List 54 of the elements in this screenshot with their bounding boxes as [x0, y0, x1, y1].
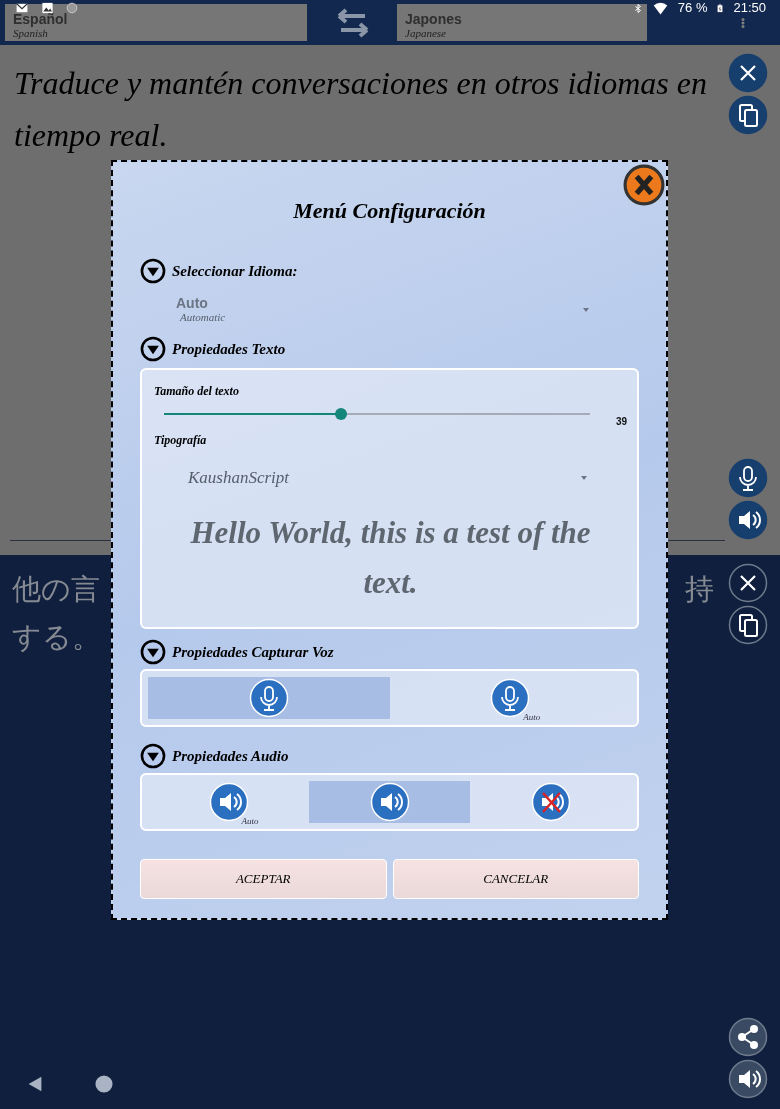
- selected-highlight[interactable]: [148, 677, 390, 719]
- text-size-value: 39: [615, 416, 627, 427]
- cancel-button[interactable]: CANCELAR: [392, 859, 639, 899]
- dropdown-value: KaushanScript: [188, 468, 290, 488]
- expand-icon[interactable]: [140, 336, 166, 362]
- auto-label: Auto: [241, 816, 259, 826]
- section-heading: Seleccionar Idioma:: [172, 262, 298, 280]
- language-selector[interactable]: Japones Japanese: [397, 4, 647, 41]
- home-icon[interactable]: [95, 1075, 113, 1093]
- language-subtitle: Spanish: [13, 27, 48, 39]
- speaker-icon[interactable]: [728, 500, 768, 540]
- language-name: Japones: [405, 12, 462, 27]
- section-heading: Propiedades Texto: [172, 340, 286, 358]
- section-heading: Propiedades Audio: [172, 747, 289, 765]
- mail-icon: [14, 2, 30, 14]
- dot-icon: [65, 2, 79, 14]
- copy-icon[interactable]: [728, 95, 768, 135]
- expand-icon[interactable]: [140, 743, 166, 769]
- expand-icon[interactable]: [140, 639, 166, 665]
- dropdown-caret-icon: [581, 307, 591, 313]
- dropdown-caret-icon: [579, 475, 589, 481]
- language-name: Español: [13, 12, 68, 27]
- copy-icon[interactable]: [728, 605, 768, 645]
- close-button[interactable]: [623, 164, 665, 206]
- section-heading: Propiedades Capturar Voz: [172, 643, 334, 661]
- close-icon[interactable]: [728, 563, 768, 603]
- typography-label: Tipografía: [154, 433, 208, 448]
- wifi-icon: [651, 0, 669, 16]
- size-slider-thumb[interactable]: [334, 408, 347, 420]
- back-icon[interactable]: [27, 1075, 43, 1093]
- language-subtitle: Japanese: [405, 27, 446, 39]
- close-icon[interactable]: [728, 53, 768, 93]
- preview-text: Hello World, this is a test of the text.: [189, 514, 592, 602]
- expand-icon[interactable]: [140, 258, 166, 284]
- text-size-label: Tamaño del texto: [154, 384, 240, 399]
- microphone-icon[interactable]: [728, 458, 768, 498]
- font-dropdown[interactable]: KaushanScript: [154, 448, 627, 488]
- muted-speaker-icon[interactable]: [530, 782, 571, 822]
- dropdown-subtitle: Automatic: [178, 311, 226, 324]
- battery-percent: 76 %: [677, 1, 708, 15]
- dropdown-value: Auto: [176, 296, 209, 311]
- share-icon[interactable]: [728, 1017, 768, 1057]
- selected-highlight[interactable]: [309, 781, 470, 823]
- dialog-title: Menú Configuración: [292, 198, 487, 224]
- speaker-icon[interactable]: [728, 1059, 768, 1099]
- language-selector[interactable]: Español Spanish: [5, 4, 307, 41]
- translated-text: 持: [685, 571, 714, 608]
- accept-button[interactable]: ACEPTAR: [140, 859, 387, 899]
- clock-time: 21:50: [733, 1, 766, 15]
- language-dropdown[interactable]: Auto Automatic: [140, 284, 639, 336]
- auto-label: Auto: [523, 712, 541, 722]
- translated-text: 他の言: [12, 571, 100, 608]
- image-icon: [40, 2, 55, 14]
- translated-text: する。: [12, 619, 101, 656]
